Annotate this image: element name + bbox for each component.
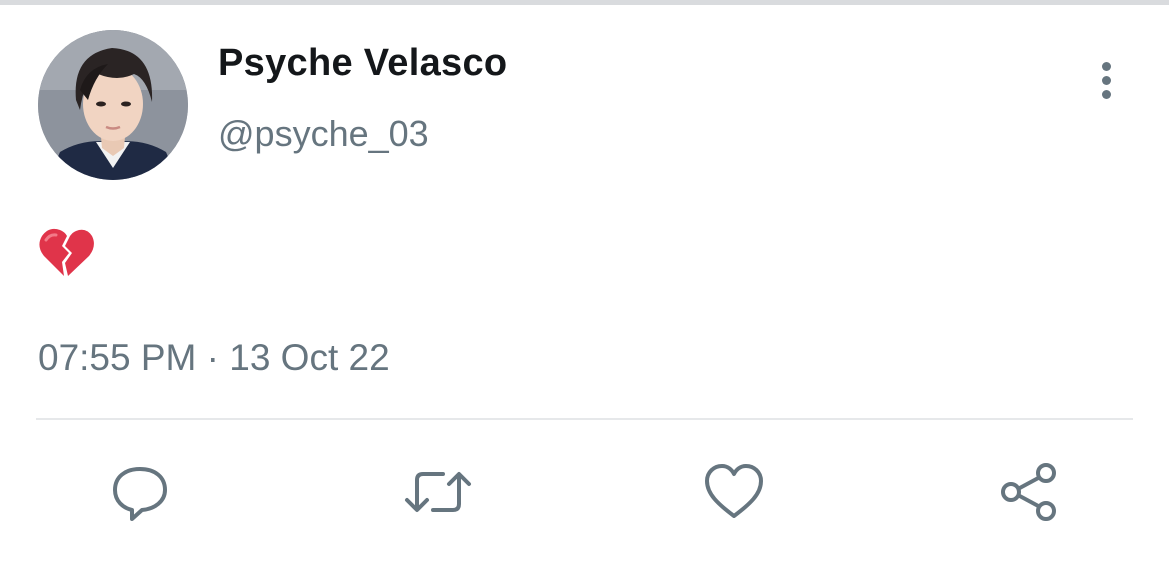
broken-heart-icon — [39, 228, 94, 276]
like-button[interactable] — [702, 460, 766, 524]
tweet-card: Psyche Velasco @psyche_03 💔 07:55 PM · 1… — [0, 0, 1169, 563]
share-button[interactable] — [998, 460, 1062, 524]
reply-icon — [113, 467, 167, 521]
avatar-image — [38, 30, 188, 180]
heart-icon — [705, 464, 763, 518]
divider — [36, 418, 1133, 420]
tweet-timestamp[interactable]: 07:55 PM · 13 Oct 22 — [38, 337, 390, 379]
reply-button[interactable] — [108, 460, 172, 524]
retweet-button[interactable] — [403, 460, 471, 524]
share-icon — [1001, 463, 1056, 521]
user-handle[interactable]: @psyche_03 — [218, 113, 429, 155]
avatar[interactable] — [38, 30, 188, 180]
tweet-text: 💔 — [38, 226, 98, 280]
more-vertical-icon[interactable] — [1090, 58, 1122, 102]
display-name[interactable]: Psyche Velasco — [218, 42, 507, 85]
retweet-icon — [405, 472, 471, 512]
